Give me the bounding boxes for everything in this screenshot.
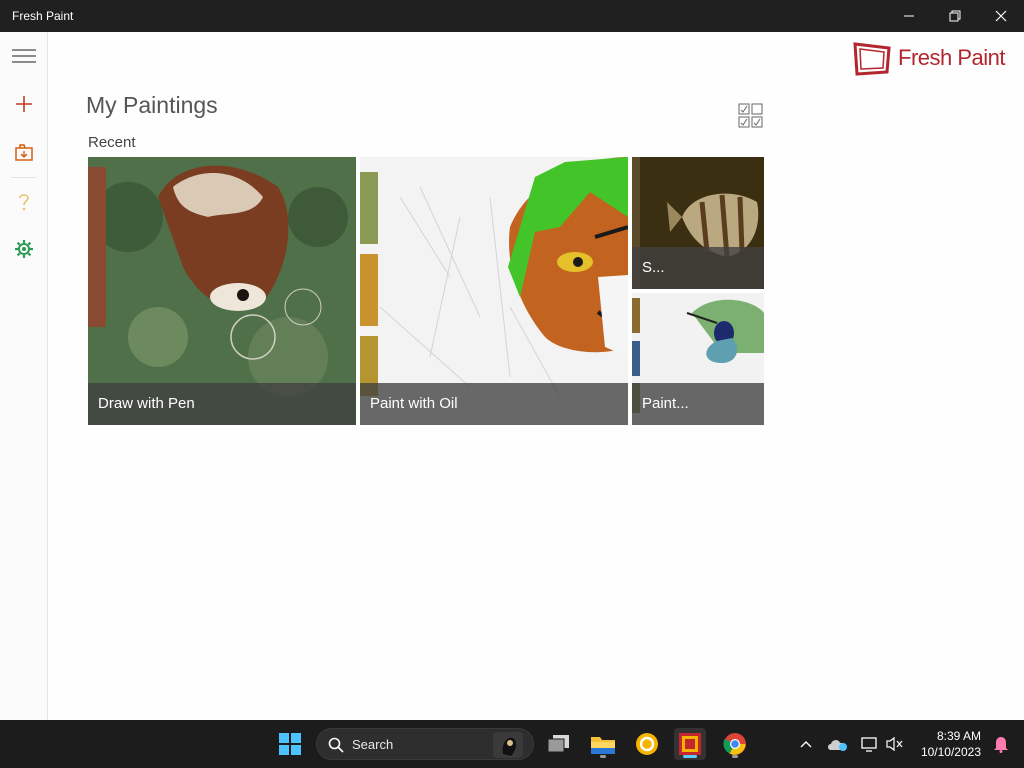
search-highlight-icon — [493, 732, 523, 758]
onedrive-icon — [828, 740, 847, 751]
fresh-paint-taskbar-button[interactable] — [674, 728, 706, 760]
main-content: Fresh Paint My Paintings Recent Draw wit… — [48, 32, 1024, 720]
search-label: Search — [352, 737, 394, 752]
painting-tile[interactable]: S... — [632, 157, 764, 289]
fresh-paint-icon — [679, 733, 701, 755]
restore-button[interactable] — [932, 0, 978, 32]
fresh-paint-logo: Fresh Paint — [852, 40, 1006, 76]
show-hidden-icons-button[interactable] — [790, 728, 822, 760]
painting-title: Draw with Pen — [88, 383, 356, 425]
chrome-button[interactable] — [719, 728, 751, 760]
notification-bell-icon — [994, 737, 1008, 753]
task-view-icon — [547, 735, 569, 753]
section-label-recent: Recent — [88, 134, 136, 151]
notifications-button[interactable] — [985, 728, 1017, 760]
close-button[interactable] — [978, 0, 1024, 32]
taskbar-clock[interactable]: 8:39 AM 10/10/2023 — [921, 728, 981, 760]
chevron-up-icon — [800, 741, 812, 748]
select-grid-icon — [738, 103, 763, 128]
norton-icon — [636, 733, 658, 755]
running-indicator — [732, 755, 738, 758]
taskbar-search-box[interactable]: Search — [316, 728, 534, 760]
page-title: My Paintings — [86, 92, 218, 118]
file-explorer-icon — [591, 737, 615, 754]
volume-tray-button[interactable] — [879, 728, 911, 760]
task-view-button[interactable] — [543, 728, 575, 760]
painting-tile[interactable]: Paint... — [632, 293, 764, 425]
file-explorer-button[interactable] — [587, 728, 619, 760]
settings-button[interactable] — [0, 229, 47, 269]
painting-title: Paint... — [632, 383, 764, 425]
restore-icon — [949, 10, 961, 22]
import-button[interactable] — [0, 132, 47, 172]
painting-tile[interactable]: Paint with Oil — [360, 157, 628, 425]
painting-tile[interactable]: Draw with Pen — [88, 157, 356, 425]
minimize-button[interactable] — [886, 0, 932, 32]
help-button[interactable] — [0, 182, 47, 222]
left-rail — [0, 32, 48, 720]
add-icon — [15, 96, 32, 112]
settings-icon — [14, 240, 33, 258]
clock-time: 8:39 AM — [936, 729, 981, 743]
help-icon — [18, 194, 29, 211]
search-icon — [328, 737, 344, 753]
logo-text: Fresh Paint — [898, 45, 1006, 70]
import-icon — [14, 144, 33, 161]
clock-date: 10/10/2023 — [920, 745, 981, 759]
painting-title: Paint with Oil — [360, 383, 628, 425]
active-indicator — [683, 755, 697, 758]
select-paintings-button[interactable] — [738, 103, 766, 131]
hamburger-menu-button[interactable] — [0, 36, 47, 76]
title-bar: Fresh Paint — [0, 0, 1024, 32]
window-title: Fresh Paint — [12, 9, 74, 23]
chrome-icon — [723, 733, 746, 755]
painting-title: S... — [632, 247, 764, 289]
network-icon — [861, 737, 877, 752]
start-button[interactable] — [274, 728, 306, 760]
close-icon — [995, 10, 1007, 22]
running-indicator — [600, 755, 606, 758]
taskbar: Search 8:39 AM 10/10/2023 — [0, 720, 1024, 768]
onedrive-tray-button[interactable] — [822, 728, 854, 760]
norton-button[interactable] — [631, 728, 663, 760]
windows-start-icon — [279, 733, 301, 755]
menu-icon — [11, 49, 36, 63]
rail-divider — [11, 177, 36, 178]
new-painting-button[interactable] — [0, 84, 47, 124]
volume-muted-icon — [886, 736, 903, 752]
minimize-icon — [904, 15, 914, 17]
logo-frame-icon — [853, 42, 891, 76]
